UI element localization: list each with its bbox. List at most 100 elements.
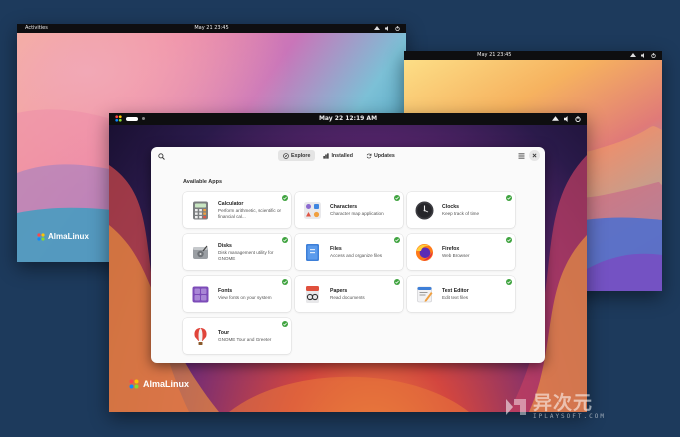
papers-icon	[303, 285, 322, 304]
app-description: View fonts on your system	[218, 294, 272, 300]
app-grid: Calculator Perform arithmetic, scientifi…	[183, 192, 515, 354]
app-description: Web Browser	[442, 252, 470, 258]
app-description: Read documents	[330, 294, 365, 300]
view-switcher: Explore Installed Updates	[278, 150, 400, 161]
installed-check-icon	[282, 279, 288, 285]
installed-check-icon	[282, 321, 288, 327]
panel-clock[interactable]: May 21 23:45	[477, 51, 511, 60]
tab-label: Explore	[291, 152, 311, 159]
app-tile-fonts[interactable]: Fonts View fonts on your system	[183, 276, 291, 312]
app-name: Text Editor	[442, 287, 469, 294]
watermark-subtext: IPLAYSOFT.COM	[533, 413, 606, 420]
installed-check-icon	[506, 279, 512, 285]
iplaysoft-logo-icon	[506, 398, 526, 415]
system-tray[interactable]	[552, 116, 581, 122]
close-button[interactable]	[529, 150, 540, 161]
app-tile-tour[interactable]: Tour GNOME Tour and Greeter	[183, 318, 291, 354]
app-name: Tour	[218, 329, 230, 336]
workspace-dot	[142, 117, 145, 120]
top-panel: Activities May 21 23:45	[17, 24, 406, 33]
installed-check-icon	[394, 237, 400, 243]
app-tile-calculator[interactable]: Calculator Perform arithmetic, scientifi…	[183, 192, 291, 228]
firefox-icon	[415, 243, 434, 262]
app-name: Firefox	[442, 245, 460, 252]
app-tile-files[interactable]: Files Access and organize files	[295, 234, 403, 270]
software-window: Explore Installed Updates Available Apps…	[151, 147, 545, 363]
app-description: Perform arithmetic, scientific or financ…	[218, 207, 282, 219]
almalinux-logo-icon	[129, 379, 139, 389]
app-name: Disks	[218, 242, 232, 249]
app-description: Edit text files	[442, 294, 469, 300]
watermark-text: 异次元	[533, 392, 594, 414]
search-icon	[157, 152, 165, 160]
app-tile-clocks[interactable]: Clocks Keep track of time	[407, 192, 515, 228]
panel-clock[interactable]: May 22 12:19 AM	[319, 113, 377, 125]
tour-icon	[191, 327, 210, 346]
tab-explore[interactable]: Explore	[278, 150, 316, 161]
main-menu-button[interactable]	[515, 150, 527, 162]
tab-label: Updates	[373, 152, 395, 159]
section-title: Available Apps	[183, 179, 223, 185]
panel-clock[interactable]: May 21 23:45	[194, 24, 228, 33]
refresh-icon	[366, 153, 372, 158]
app-description: Access and organize files	[330, 252, 383, 258]
installed-check-icon	[394, 195, 400, 201]
clocks-icon	[415, 201, 434, 220]
top-panel: May 22 12:19 AM	[109, 113, 587, 125]
search-button[interactable]	[155, 150, 167, 162]
app-name: Papers	[330, 287, 348, 294]
almalinux-logo: AlmaLinux	[37, 232, 89, 241]
app-name: Fonts	[218, 287, 233, 294]
logo-text: AlmaLinux	[143, 379, 190, 389]
tab-installed[interactable]: Installed	[318, 150, 358, 161]
almalinux-logo: AlmaLinux	[129, 379, 189, 389]
volume-icon	[641, 53, 644, 58]
top-panel: May 21 23:45	[404, 51, 662, 60]
almalinux-logo-icon	[115, 115, 122, 122]
installed-check-icon	[506, 195, 512, 201]
app-tile-characters[interactable]: Characters Character map application	[295, 192, 403, 228]
system-tray[interactable]	[374, 26, 400, 31]
desktop-screenshot-front: May 22 12:19 AM Explore Installed Update…	[109, 113, 587, 412]
app-name: Clocks	[442, 203, 460, 210]
installed-check-icon	[282, 237, 288, 243]
system-tray[interactable]	[630, 53, 656, 58]
volume-icon	[564, 116, 568, 122]
hamburger-menu-icon	[518, 153, 524, 159]
network-icon	[552, 116, 559, 121]
app-tile-text-editor[interactable]: Text Editor Edit text files	[407, 276, 515, 312]
calculator-icon	[191, 201, 210, 220]
app-description: Character map application	[330, 210, 384, 216]
watermark: 异次元 IPLAYSOFT.COM	[505, 393, 606, 420]
volume-icon	[385, 26, 388, 31]
activities-button[interactable]: Activities	[25, 24, 48, 33]
app-description: Disk management utility for GNOME	[218, 249, 274, 261]
network-icon	[630, 53, 636, 57]
app-tile-papers[interactable]: Papers Read documents	[295, 276, 403, 312]
app-name: Files	[330, 245, 342, 252]
app-tile-disks[interactable]: Disks Disk management utility for GNOME	[183, 234, 291, 270]
compass-icon	[283, 152, 289, 159]
fonts-icon	[191, 285, 210, 304]
disks-icon	[191, 243, 210, 262]
power-icon	[395, 26, 400, 31]
network-icon	[374, 26, 380, 30]
app-tile-firefox[interactable]: Firefox Web Browser	[407, 234, 515, 270]
app-description: GNOME Tour and Greeter	[218, 336, 272, 342]
header-bar: Explore Installed Updates	[151, 147, 545, 165]
almalinux-logo-icon	[37, 232, 45, 241]
files-icon	[303, 243, 322, 262]
installed-icon	[323, 152, 330, 159]
power-icon	[651, 53, 656, 58]
close-icon	[532, 153, 537, 158]
app-name: Characters	[330, 203, 358, 210]
workspace-active-pill	[126, 116, 138, 121]
tab-updates[interactable]: Updates	[361, 150, 400, 161]
installed-check-icon	[282, 195, 288, 201]
workspace-indicator[interactable]	[115, 115, 145, 122]
installed-check-icon	[506, 237, 512, 243]
tab-label: Installed	[331, 152, 353, 159]
text-editor-icon	[415, 285, 434, 304]
installed-check-icon	[394, 279, 400, 285]
characters-icon	[303, 201, 322, 220]
